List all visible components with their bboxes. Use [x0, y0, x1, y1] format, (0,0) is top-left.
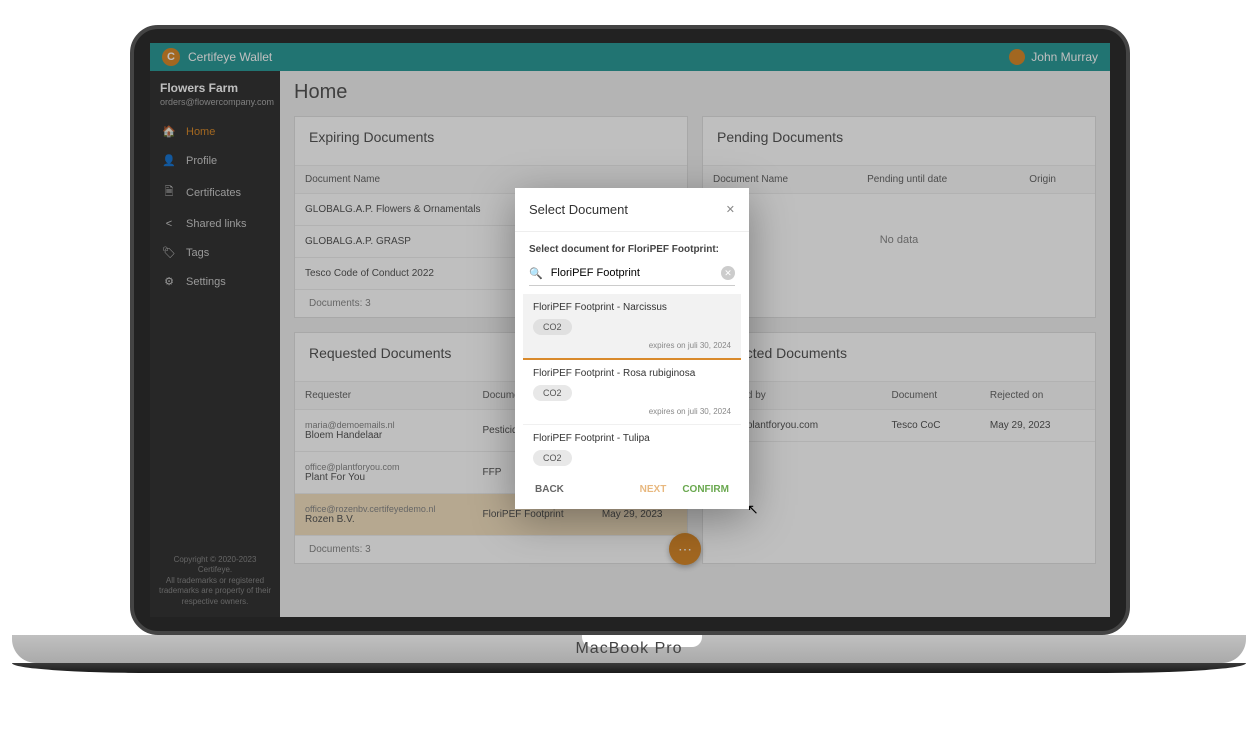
- dialog-close-button[interactable]: ✕: [726, 203, 735, 216]
- search-icon: 🔍: [529, 267, 543, 280]
- sidebar-item-label: Profile: [186, 155, 217, 167]
- doc-item-tag: CO2: [533, 450, 572, 466]
- dialog-search[interactable]: 🔍 ✕: [529, 261, 735, 286]
- dialog-doc-item[interactable]: FloriPEF Footprint - Rosa rubiginosa CO2…: [523, 360, 741, 425]
- row-document: Tesco CoC: [882, 410, 980, 442]
- rejected-header-on: Rejected on: [980, 382, 1095, 410]
- footer-copyright: Copyright © 2020-2023 Certifeye.: [158, 555, 272, 576]
- sidebar-item-label: Certificates: [186, 187, 241, 199]
- person-icon: 👤: [162, 154, 176, 167]
- sidebar-item-label: Shared links: [186, 218, 247, 230]
- sidebar: Flowers Farm orders@flowercompany.com 🏠 …: [150, 71, 280, 617]
- row-email: maria@demoemails.nl: [305, 420, 462, 430]
- pending-header-until: Pending until date: [857, 166, 1019, 194]
- row-email: office@plantforyou.com: [305, 462, 462, 472]
- sidebar-email: orders@flowercompany.com: [160, 97, 270, 107]
- sidebar-header: Flowers Farm orders@flowercompany.com: [150, 71, 280, 117]
- sidebar-item-tags[interactable]: 🏷 Tags: [150, 238, 280, 267]
- cursor-icon: ↖: [747, 501, 759, 518]
- sidebar-item-home[interactable]: 🏠 Home: [150, 117, 280, 146]
- requested-header-requester: Requester: [295, 382, 472, 410]
- topbar: C Certifeye Wallet John Murray: [150, 43, 1110, 71]
- document-icon: 🗎: [162, 183, 176, 202]
- row-name: Bloem Handelaar: [305, 430, 462, 441]
- row-date: May 29, 2023: [980, 410, 1095, 442]
- sidebar-item-shared-links[interactable]: < Shared links: [150, 210, 280, 238]
- rejected-title: Rejected Documents: [717, 345, 1081, 361]
- pending-nodata: No data: [703, 194, 1095, 286]
- app-logo-icon: C: [162, 48, 180, 66]
- row-name: Plant For You: [305, 472, 462, 483]
- dialog-confirm-button[interactable]: CONFIRM: [682, 484, 729, 495]
- doc-item-tag: CO2: [533, 319, 572, 335]
- dialog-doc-list: FloriPEF Footprint - Narcissus CO2 expir…: [523, 294, 741, 474]
- sidebar-footer: Copyright © 2020-2023 Certifeye. All tra…: [150, 545, 280, 617]
- dialog-search-input[interactable]: [547, 265, 721, 281]
- dialog-subtitle: Select document for FloriPEF Footprint:: [515, 232, 749, 261]
- dialog-next-button[interactable]: NEXT: [640, 484, 667, 495]
- row-email: office@rozenbv.certifeyedemo.nl: [305, 504, 462, 514]
- sidebar-item-settings[interactable]: ⚙ Settings: [150, 267, 280, 296]
- table-row[interactable]: office@plantforyou.com Tesco CoC May 29,…: [703, 410, 1095, 442]
- rejected-card: Rejected Documents Rejected by Document …: [702, 332, 1096, 564]
- dialog-title: Select Document: [529, 202, 628, 217]
- select-document-dialog: Select Document ✕ Select document for Fl…: [515, 188, 749, 509]
- laptop-frame: C Certifeye Wallet John Murray Flowers F…: [130, 25, 1130, 635]
- doc-item-name: FloriPEF Footprint - Tulipa: [533, 433, 731, 444]
- expiring-title: Expiring Documents: [309, 129, 673, 145]
- dialog-doc-item[interactable]: FloriPEF Footprint - Tulipa CO2: [523, 425, 741, 474]
- sidebar-item-label: Settings: [186, 276, 226, 288]
- rejected-table: Rejected by Document Rejected on office@…: [703, 381, 1095, 442]
- topbar-username[interactable]: John Murray: [1031, 50, 1098, 64]
- requested-footer: Documents: 3: [295, 536, 687, 563]
- sidebar-item-label: Home: [186, 126, 215, 138]
- pending-table: Document Name Pending until date Origin: [703, 165, 1095, 194]
- footer-trademark: All trademarks or registered trademarks …: [158, 576, 272, 607]
- doc-item-expires: expires on juli 30, 2024: [533, 341, 731, 350]
- doc-item-name: FloriPEF Footprint - Rosa rubiginosa: [533, 368, 731, 379]
- app-screen: C Certifeye Wallet John Murray Flowers F…: [150, 43, 1110, 617]
- sidebar-company: Flowers Farm: [160, 81, 270, 95]
- share-icon: <: [162, 218, 176, 230]
- doc-item-expires: expires on juli 30, 2024: [533, 407, 731, 416]
- gear-icon: ⚙: [162, 275, 176, 288]
- dialog-back-button[interactable]: BACK: [535, 484, 564, 495]
- row-name: Rozen B.V.: [305, 514, 462, 525]
- doc-item-tag: CO2: [533, 385, 572, 401]
- page-title: Home: [294, 81, 1096, 104]
- avatar-icon[interactable]: [1009, 49, 1025, 65]
- dialog-doc-item[interactable]: FloriPEF Footprint - Narcissus CO2 expir…: [523, 294, 741, 360]
- fab-add-button[interactable]: ⋯: [669, 533, 701, 565]
- clear-search-button[interactable]: ✕: [721, 266, 735, 280]
- app-name: Certifeye Wallet: [188, 50, 272, 64]
- pending-card: Pending Documents Document Name Pending …: [702, 116, 1096, 318]
- tag-icon: 🏷: [162, 246, 176, 259]
- sidebar-item-profile[interactable]: 👤 Profile: [150, 146, 280, 175]
- doc-item-name: FloriPEF Footprint - Narcissus: [533, 302, 731, 313]
- laptop-brand-text: MacBook Pro: [12, 640, 1246, 658]
- laptop-base: MacBook Pro: [0, 635, 1258, 725]
- sidebar-item-certificates[interactable]: 🗎 Certificates: [150, 175, 280, 210]
- home-icon: 🏠: [162, 125, 176, 138]
- pending-header-origin: Origin: [1019, 166, 1095, 194]
- pending-title: Pending Documents: [717, 129, 1081, 145]
- sidebar-item-label: Tags: [186, 247, 209, 259]
- rejected-header-document: Document: [882, 382, 980, 410]
